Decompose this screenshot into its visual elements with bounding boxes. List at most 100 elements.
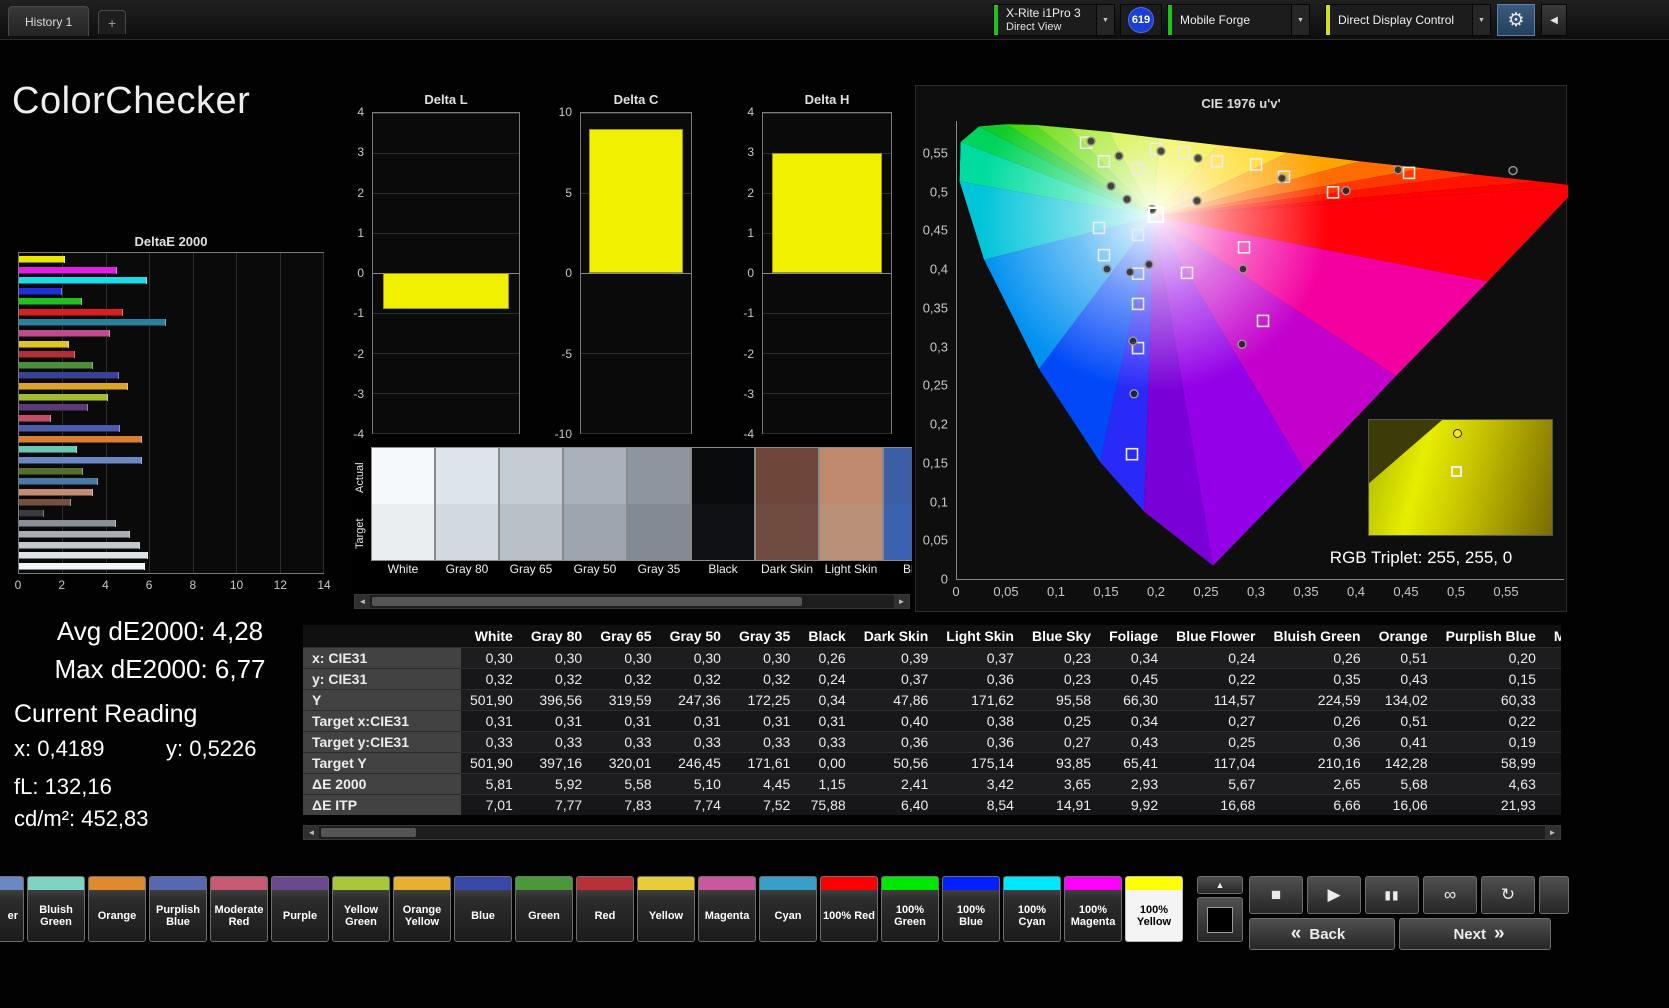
- cell-value: 0,24: [799, 668, 855, 690]
- swatch-label: Gray 50: [573, 562, 617, 576]
- stop-button[interactable]: ■: [1249, 876, 1303, 914]
- cell-value: 0,25: [1022, 710, 1101, 732]
- tick-label: 14: [317, 578, 331, 592]
- cell-value: 0,26: [1264, 710, 1370, 732]
- loop-read-button[interactable]: ↻: [1481, 876, 1535, 914]
- patch-button[interactable]: 100% Blue: [942, 876, 1000, 942]
- cell-value: 65,41: [1100, 752, 1168, 774]
- deltae-bar: [19, 414, 323, 422]
- patch-button[interactable]: Green: [515, 876, 573, 942]
- bar-fill: [19, 562, 146, 570]
- tick-label: 5: [565, 185, 572, 200]
- cell-value: 7,52: [729, 794, 800, 815]
- cell-value: 0,32: [461, 668, 522, 690]
- x-axis-line: [956, 579, 1564, 580]
- patch-button[interactable]: Red: [576, 876, 634, 942]
- chevron-down-icon[interactable]: ▼: [1096, 5, 1114, 35]
- continuous-read-button[interactable]: ∞: [1423, 876, 1477, 914]
- zoom-inset: [1368, 419, 1553, 536]
- cell-value: 0,40: [854, 710, 938, 732]
- cell-value: 0,35: [1264, 668, 1370, 690]
- patch-button[interactable]: Purple: [271, 876, 329, 942]
- patch-button[interactable]: 100% Red: [820, 876, 878, 942]
- new-tab-button[interactable]: +: [98, 10, 127, 34]
- patch-button[interactable]: Yellow: [637, 876, 695, 942]
- cell-value: 8,54: [937, 794, 1023, 815]
- next-button[interactable]: Next »: [1399, 918, 1551, 950]
- play-button[interactable]: ▶: [1307, 876, 1361, 914]
- patch-color: [211, 877, 267, 890]
- tick-label: 0: [952, 584, 960, 599]
- patch-button[interactable]: er: [0, 876, 24, 942]
- cell-value: 0,41: [1369, 731, 1437, 753]
- patch-button[interactable]: Purplish Blue: [149, 876, 207, 942]
- y-axis: 4 3 2 1 0 -1 -2 -3 -4: [726, 105, 758, 441]
- deltae-bar: [19, 425, 323, 433]
- table-scrollbar[interactable]: ◄ ►: [303, 825, 1561, 840]
- scrollbar-thumb[interactable]: [372, 597, 802, 606]
- patch-button[interactable]: 100% Magenta: [1064, 876, 1122, 942]
- back-button[interactable]: « Back: [1249, 918, 1395, 950]
- patch-button[interactable]: Orange Yellow: [393, 876, 451, 942]
- patch-label: Magenta: [704, 909, 750, 922]
- tick-label: 2: [747, 185, 754, 200]
- deltae-x-axis: 0 2 4 6 8 10 12 14: [15, 578, 331, 592]
- scroll-left-icon[interactable]: ◄: [355, 595, 370, 608]
- pattern-window-button[interactable]: [1197, 897, 1243, 942]
- chevron-down-icon[interactable]: ▼: [1291, 5, 1309, 35]
- gridline: [373, 313, 519, 314]
- caret-up-icon: ▲: [1215, 880, 1225, 890]
- patch-button[interactable]: Bluish Green: [27, 876, 85, 942]
- table-row: Y 501,90 396,56 319,59 247,36 172,25 0,34 47,86…: [303, 689, 1561, 711]
- target-color: [884, 504, 912, 560]
- meter-mode: Direct View: [1006, 21, 1062, 33]
- cell-value: 47,86: [854, 689, 938, 711]
- actual-color: [884, 448, 912, 504]
- delta-bar: [588, 129, 684, 273]
- more-controls-button[interactable]: [1539, 876, 1569, 914]
- scroll-right-icon[interactable]: ►: [894, 595, 909, 608]
- pause-button[interactable]: ▮▮: [1365, 876, 1419, 914]
- meter-dropdown[interactable]: X-Rite i1Pro 3 Direct View ▼: [993, 4, 1115, 36]
- chevron-double-right-icon: »: [1493, 923, 1505, 944]
- chevron-down-icon[interactable]: ▼: [1472, 5, 1490, 35]
- patch-button[interactable]: Moderate Red: [210, 876, 268, 942]
- y-axis: 4 3 2 1 0 -1 -2 -3 -4: [336, 105, 368, 441]
- patch-color: [150, 877, 206, 890]
- source-dropdown[interactable]: Mobile Forge ▼: [1167, 4, 1310, 36]
- tab-history-1[interactable]: History 1: [8, 6, 90, 36]
- tick-label: -3: [353, 386, 364, 401]
- bar-fill: [19, 541, 141, 549]
- collapse-panel-button[interactable]: ◀: [1541, 4, 1567, 36]
- patch-button[interactable]: 100% Yellow: [1125, 876, 1183, 942]
- settings-button[interactable]: ⚙: [1497, 4, 1535, 36]
- patch-label: Yellow: [648, 909, 684, 922]
- scroll-right-icon[interactable]: ►: [1545, 826, 1560, 839]
- tick-label: 0,2: [929, 416, 948, 432]
- target-color: [756, 504, 818, 560]
- patch-button[interactable]: Magenta: [698, 876, 756, 942]
- patch-color: [821, 877, 877, 890]
- tick-label: 0,25: [1193, 584, 1219, 599]
- patch-button[interactable]: Cyan: [759, 876, 817, 942]
- patch-button[interactable]: 100% Cyan: [1003, 876, 1061, 942]
- bar-fill: [19, 308, 124, 316]
- tick-label: 8: [189, 578, 197, 592]
- cell-value: 0,31: [591, 710, 661, 732]
- deltae-bar: [19, 456, 323, 464]
- cell-value: 175,14: [937, 752, 1023, 774]
- patch-button[interactable]: Orange: [88, 876, 146, 942]
- gridline: [373, 393, 519, 394]
- scroll-left-icon[interactable]: ◄: [304, 826, 319, 839]
- bar-fill: [19, 372, 119, 380]
- meter-count-badge: 619: [1120, 4, 1162, 36]
- reading-x: x: 0,4189: [14, 736, 105, 761]
- patch-button[interactable]: Yellow Green: [332, 876, 390, 942]
- scrollbar-thumb[interactable]: [321, 828, 416, 837]
- swatch-scrollbar[interactable]: ◄ ►: [354, 594, 910, 609]
- patch-label: Cyan: [774, 909, 802, 922]
- patch-button[interactable]: 100% Green: [881, 876, 939, 942]
- patch-button[interactable]: Blue: [454, 876, 512, 942]
- display-control-dropdown[interactable]: Direct Display Control ▼: [1325, 4, 1491, 36]
- patch-list-up-button[interactable]: ▲: [1197, 876, 1243, 894]
